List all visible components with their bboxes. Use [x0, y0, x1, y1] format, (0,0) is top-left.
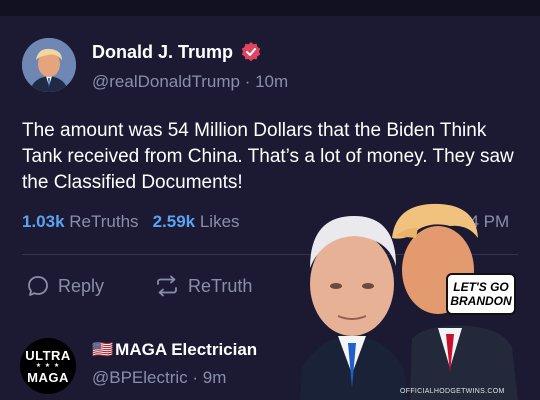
author-name[interactable]: Donald J. Trump	[92, 42, 233, 63]
author-handle-row: @realDonaldTrump · 10m	[92, 72, 288, 92]
meta-separator: ·	[239, 72, 256, 91]
post-time-ago: 10m	[255, 72, 289, 91]
next-author-avatar[interactable]: ULTRA ★ ★ ★ MAGA	[20, 338, 76, 394]
likes-label: Likes	[199, 212, 240, 231]
sign-line-2: BRANDON	[450, 294, 512, 308]
retruths-stat[interactable]: 1.03k ReTruths	[22, 212, 139, 231]
retruth-arrows-icon	[157, 275, 177, 297]
next-author-name: MAGA Electrician	[115, 340, 258, 359]
next-author-handle[interactable]: @BPElectric	[92, 368, 188, 387]
meme-watermark: OFFICIALHODGETWINS.COM	[400, 388, 505, 395]
lets-go-brandon-sign: LET'S GO BRANDON	[446, 273, 516, 315]
avatar-text-ultra: ULTRA	[25, 347, 71, 363]
author-handle[interactable]: @realDonaldTrump	[92, 72, 240, 91]
likes-count: 2.59k	[152, 212, 196, 231]
reply-bubble-icon	[28, 276, 48, 296]
post-stats: 1.03k ReTruths 2.59k Likes	[22, 212, 240, 232]
retruths-label: ReTruths	[69, 212, 139, 231]
reply-button[interactable]: Reply	[26, 274, 104, 298]
meme-image: LET'S GO BRANDON OFFICIALHODGETWINS.COM	[300, 198, 518, 400]
next-author-handle-row: @BPElectric · 9m	[92, 368, 226, 388]
sign-line-1: LET'S GO	[453, 280, 509, 294]
reply-label: Reply	[58, 275, 105, 296]
likes-stat[interactable]: 2.59k Likes	[153, 212, 240, 231]
post-text: The amount was 54 Million Dollars that t…	[22, 120, 514, 193]
next-meta-separator: ·	[187, 368, 203, 387]
next-author-name-row[interactable]: 🇺🇸 MAGA Electrician	[92, 340, 257, 360]
top-bar	[0, 0, 540, 16]
retruth-button[interactable]: ReTruth	[154, 274, 252, 298]
retruths-count: 1.03k	[22, 212, 65, 231]
avatar-stars: ★ ★ ★	[35, 362, 61, 369]
author-avatar[interactable]	[22, 38, 76, 92]
verified-badge-icon	[241, 42, 261, 62]
avatar-text-maga: MAGA	[27, 369, 69, 385]
retruth-label: ReTruth	[188, 275, 253, 296]
us-flag-icon: 🇺🇸	[92, 340, 114, 359]
next-post-time-ago: 9m	[202, 368, 227, 387]
